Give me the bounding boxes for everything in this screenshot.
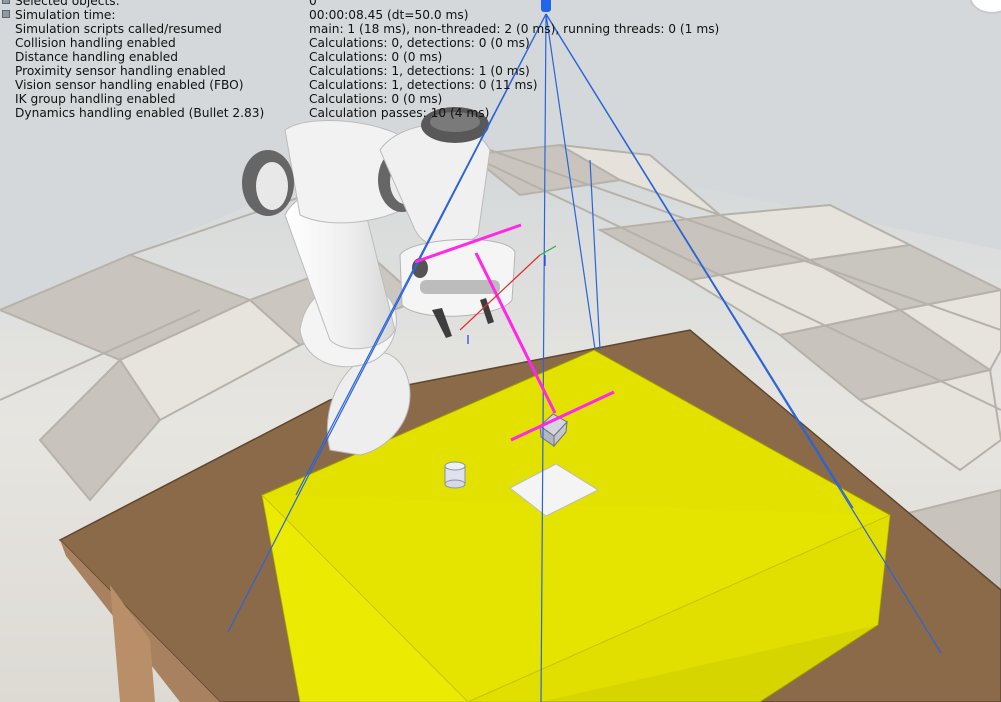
simulation-info-panel: Selected objects: 0 Simulation time: 00:00:… — [0, 0, 720, 120]
info-row-value: Calculations: 1, detections: 1 (0 ms) — [309, 64, 530, 78]
info-row-value: Calculations: 1, detections: 0 (11 ms) — [309, 78, 538, 92]
cylinder-object — [444, 461, 466, 489]
info-row-value: Calculations: 0 (0 ms) — [309, 92, 443, 106]
info-row-label: Proximity sensor handling enabled — [15, 64, 226, 78]
info-row: Distance handling enabled Calculations: 0… — [0, 50, 720, 64]
info-row: Vision sensor handling enabled (FBO) Calc… — [0, 78, 720, 92]
info-row: Selected objects: 0 — [0, 0, 720, 8]
info-row-label: Simulation scripts called/resumed — [15, 22, 222, 36]
info-row-value: Calculations: 0, detections: 0 (0 ms) — [309, 36, 530, 50]
info-row: IK group handling enabled Calculations: 0… — [0, 92, 720, 106]
info-row-toggle-icon[interactable] — [2, 10, 10, 18]
info-row-label: Simulation time: — [15, 8, 116, 22]
info-row: Simulation scripts called/resumed main: 1… — [0, 22, 720, 36]
info-row: Simulation time: 00:00:08.45 (dt=50.0 ms) — [0, 8, 720, 22]
info-row-label: Selected objects: — [15, 0, 120, 8]
info-row: Proximity sensor handling enabled Calcula… — [0, 64, 720, 78]
info-row-label: Collision handling enabled — [15, 36, 176, 50]
info-row-value: Calculation passes: 10 (4 ms) — [309, 106, 490, 120]
info-row: Dynamics handling enabled (Bullet 2.83) C… — [0, 106, 720, 120]
info-row: Collision handling enabled Calculations: … — [0, 36, 720, 50]
info-row-label: Distance handling enabled — [15, 50, 178, 64]
info-row-value: Calculations: 0 (0 ms) — [309, 50, 443, 64]
info-row-label: Dynamics handling enabled (Bullet 2.83) — [15, 106, 265, 120]
info-row-value: main: 1 (18 ms), non-threaded: 2 (0 ms),… — [309, 22, 720, 36]
info-row-value: 0 — [309, 0, 317, 8]
info-row-value: 00:00:08.45 (dt=50.0 ms) — [309, 8, 469, 22]
info-row-toggle-icon[interactable] — [2, 0, 10, 4]
info-row-label: IK group handling enabled — [15, 92, 176, 106]
info-row-label: Vision sensor handling enabled (FBO) — [15, 78, 244, 92]
